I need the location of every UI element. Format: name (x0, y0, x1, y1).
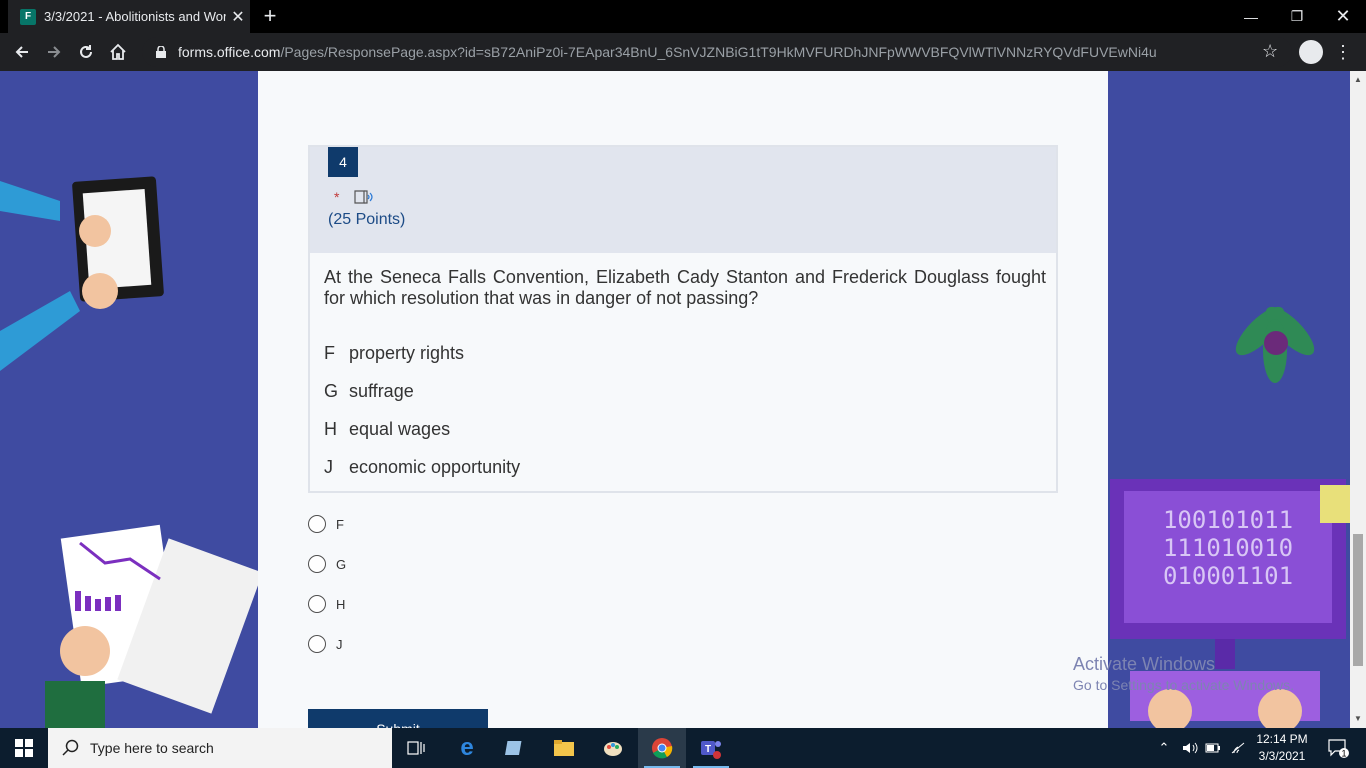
task-view-icon[interactable] (392, 728, 440, 768)
radio-choice-h[interactable]: H (308, 595, 345, 613)
form-card: 4 * (25 Points) At the Seneca Falls Conv… (258, 71, 1108, 728)
back-button[interactable] (7, 37, 37, 67)
question-text: At the Seneca Falls Convention, Elizabet… (324, 267, 1046, 308)
search-icon (62, 739, 79, 756)
svg-text:T: T (705, 744, 711, 755)
forward-button[interactable] (39, 37, 69, 67)
lock-icon (156, 46, 166, 58)
search-placeholder: Type here to search (90, 740, 214, 756)
address-bar[interactable]: forms.office.com/Pages/ResponsePage.aspx… (142, 37, 1292, 67)
question-card: 4 * (25 Points) At the Seneca Falls Conv… (308, 145, 1058, 493)
scroll-down-arrow-icon[interactable]: ▼ (1354, 714, 1362, 723)
radio-label: F (336, 516, 344, 532)
binary-line-2: 111010010 (1163, 534, 1293, 562)
start-button[interactable] (0, 728, 48, 768)
volume-icon[interactable] (1180, 728, 1200, 768)
minimize-button[interactable]: — (1228, 0, 1274, 33)
page-scrollbar[interactable]: ▲ ▼ (1350, 71, 1366, 728)
menu-kebab-icon[interactable]: ⋮ (1334, 42, 1352, 63)
answer-option-j: Jeconomic opportunity (324, 457, 521, 477)
taskbar: Type here to search e T ⌃ 12:14 PM 3/3/2… (0, 728, 1366, 768)
edge-icon[interactable]: e (443, 728, 491, 768)
radio-choice-j[interactable]: J (308, 635, 343, 653)
chrome-icon[interactable] (638, 728, 686, 768)
answer-option-h: Hequal wages (324, 419, 451, 439)
reload-button[interactable] (71, 37, 101, 67)
radio-circle[interactable] (308, 515, 326, 533)
answer-option-g: Gsuffrage (324, 381, 414, 401)
system-clock[interactable]: 12:14 PM 3/3/2021 (1252, 731, 1312, 765)
back-arrow-icon (15, 46, 28, 58)
bookmark-star-icon[interactable]: ☆ (1262, 41, 1278, 62)
clock-date: 3/3/2021 (1258, 749, 1306, 763)
action-center-icon[interactable]: 1 (1318, 728, 1358, 768)
teams-icon[interactable]: T (687, 728, 735, 768)
url-path: /Pages/ResponsePage.aspx?id=sB72AniPz0i-… (280, 44, 1157, 60)
radio-label: H (336, 596, 346, 612)
close-window-button[interactable]: ✕ (1320, 0, 1366, 33)
radio-circle[interactable] (308, 635, 326, 653)
notepad-icon[interactable] (491, 728, 539, 768)
restore-button[interactable]: ❐ (1274, 0, 1320, 33)
hands-tablet-illustration (0, 176, 260, 728)
question-number: 4 (328, 147, 358, 177)
radio-circle[interactable] (308, 555, 326, 573)
browser-tab[interactable]: F 3/3/2021 - Abolitionists and Wor ✕ (8, 0, 250, 33)
page-viewport: 100101011 111010010 010001101 4 * (25 Po… (0, 71, 1350, 728)
show-hidden-icons-chevron-icon[interactable]: ⌃ (1156, 728, 1172, 768)
required-asterisk: * (334, 189, 340, 205)
tab-title: 3/3/2021 - Abolitionists and Wor (44, 9, 226, 24)
home-button[interactable] (103, 37, 133, 67)
close-tab-icon[interactable]: ✕ (226, 7, 250, 27)
wifi-icon[interactable] (1228, 728, 1248, 768)
radio-label: G (336, 556, 347, 572)
scroll-up-arrow-icon[interactable]: ▲ (1354, 75, 1362, 84)
binary-line-1: 100101011 (1163, 506, 1293, 534)
forms-icon: F (20, 8, 36, 25)
immersive-reader-icon[interactable] (354, 189, 374, 205)
paint-icon[interactable] (589, 728, 637, 768)
radio-circle[interactable] (308, 595, 326, 613)
question-points: (25 Points) (328, 211, 406, 228)
profile-avatar[interactable] (1299, 40, 1323, 64)
radio-choice-g[interactable]: G (308, 555, 346, 573)
file-explorer-icon[interactable] (540, 728, 588, 768)
new-tab-button[interactable]: + (258, 4, 282, 28)
home-icon (110, 43, 126, 60)
reload-icon (80, 45, 92, 58)
taskbar-search-box[interactable]: Type here to search (48, 728, 392, 768)
binary-line-3: 010001101 (1163, 562, 1293, 590)
answer-option-f: Fproperty rights (324, 343, 465, 363)
clock-time: 12:14 PM (1256, 732, 1308, 746)
radio-choice-f[interactable]: F (308, 515, 344, 533)
navigation-bar: forms.office.com/Pages/ResponsePage.aspx… (0, 33, 1366, 71)
notification-count: 1 (1341, 749, 1346, 759)
radio-label: J (336, 636, 343, 652)
submit-button[interactable]: Submit (308, 709, 488, 728)
scrollbar-thumb[interactable] (1353, 534, 1363, 666)
activate-windows-subtitle: Go to Settings to activate Windows. (1073, 677, 1294, 693)
question-header: 4 * (25 Points) (310, 147, 1056, 253)
forward-arrow-icon (48, 46, 61, 58)
url-host: forms.office.com (178, 44, 281, 60)
activate-windows-title: Activate Windows (1073, 654, 1216, 674)
battery-icon[interactable] (1203, 728, 1223, 768)
tab-strip: F 3/3/2021 - Abolitionists and Wor ✕ + —… (0, 0, 1366, 33)
windows-logo-icon (15, 739, 33, 757)
